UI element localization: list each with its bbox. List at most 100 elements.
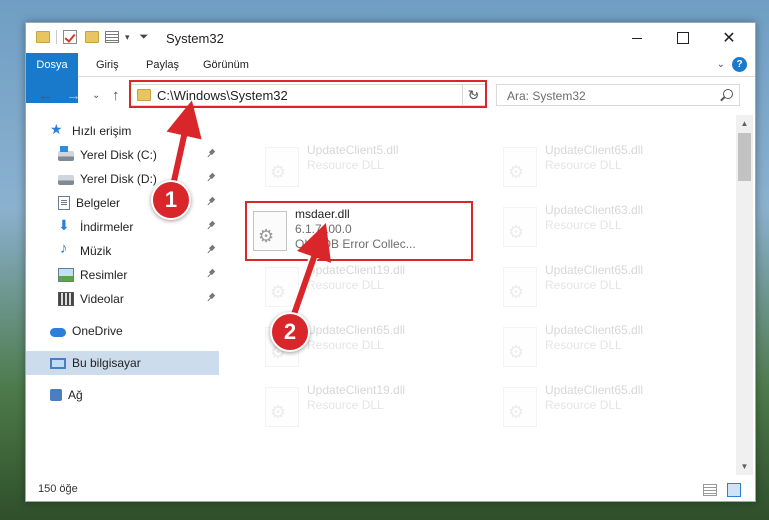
file-description: Resource DLL bbox=[307, 338, 384, 352]
sidebar-item-downloads[interactable]: İndirmeler bbox=[26, 215, 219, 239]
toolbar-dropdown-icon[interactable]: ⏷ bbox=[140, 31, 149, 44]
quick-access-toolbar: ▾ ⏷ bbox=[36, 30, 148, 44]
file-name: UpdateClient65.dll bbox=[545, 143, 644, 157]
file-item[interactable]: UpdateClient63.dll Resource DLL bbox=[489, 201, 725, 251]
dll-file-icon bbox=[503, 267, 537, 307]
file-item[interactable]: UpdateClient19.dll Resource DLL bbox=[251, 261, 487, 311]
sidebar-item-label: Yerel Disk (C:) bbox=[80, 148, 157, 162]
dll-file-icon bbox=[265, 267, 299, 307]
tab-home[interactable]: Giriş bbox=[86, 53, 129, 77]
new-folder-icon[interactable] bbox=[85, 31, 99, 43]
document-icon bbox=[58, 196, 70, 210]
file-name: UpdateClient65.dll bbox=[545, 383, 644, 397]
file-item[interactable]: UpdateClient5.dll Resource DLL bbox=[251, 141, 487, 191]
sidebar-item-quick-access[interactable]: Hızlı erişim bbox=[26, 119, 219, 143]
pin-icon[interactable] bbox=[205, 291, 216, 302]
file-name: UpdateClient19.dll bbox=[307, 383, 406, 397]
up-arrow-icon[interactable]: ↑ bbox=[112, 87, 120, 104]
file-name: UpdateClient63.dll bbox=[545, 203, 644, 217]
file-name: UpdateClient65.dll bbox=[545, 263, 644, 277]
dll-file-icon bbox=[253, 211, 287, 251]
file-name: UpdateClient5.dll bbox=[307, 143, 399, 157]
title-bar: ▾ ⏷ System32 ✕ bbox=[26, 23, 755, 53]
tab-view[interactable]: Görünüm bbox=[193, 53, 259, 77]
search-box[interactable]: Ara: System32 bbox=[496, 84, 740, 106]
pin-icon[interactable] bbox=[205, 195, 216, 206]
computer-icon bbox=[50, 357, 66, 369]
pin-icon[interactable] bbox=[205, 267, 216, 278]
file-description: Resource DLL bbox=[307, 398, 384, 412]
scroll-up-icon[interactable]: ▲ bbox=[736, 115, 753, 132]
file-name: UpdateClient65.dll bbox=[307, 323, 406, 337]
file-name: UpdateClient65.dll bbox=[545, 323, 644, 337]
sidebar-item-label: Bu bilgisayar bbox=[72, 356, 141, 370]
sidebar-item-local-disk-c[interactable]: Yerel Disk (C:) bbox=[26, 143, 219, 167]
file-item[interactable]: UpdateClient65.dll Resource DLL bbox=[489, 261, 725, 311]
drive-icon bbox=[58, 146, 74, 161]
pictures-icon bbox=[58, 268, 74, 282]
pin-icon[interactable] bbox=[205, 171, 216, 182]
dll-file-icon bbox=[503, 207, 537, 247]
customize-toolbar-icon[interactable]: ▾ bbox=[125, 32, 130, 43]
cloud-icon bbox=[50, 328, 66, 337]
star-icon bbox=[50, 121, 66, 138]
minimize-button[interactable] bbox=[614, 23, 660, 53]
dll-file-icon bbox=[503, 147, 537, 187]
sidebar-item-music[interactable]: Müzik bbox=[26, 239, 219, 263]
back-arrow-icon[interactable]: ← bbox=[38, 87, 53, 104]
file-list: UpdateClient5.dll Resource DLL msdaer.dl… bbox=[221, 115, 739, 475]
sidebar-item-onedrive[interactable]: OneDrive bbox=[26, 319, 219, 343]
divider bbox=[56, 30, 57, 44]
file-item[interactable]: UpdateClient19.dll Resource DLL bbox=[251, 381, 487, 431]
sidebar-item-pictures[interactable]: Resimler bbox=[26, 263, 219, 287]
file-name: msdaer.dll bbox=[295, 207, 350, 221]
search-input[interactable]: Ara: System32 bbox=[507, 89, 586, 103]
step-2-badge: 2 bbox=[270, 312, 310, 352]
search-icon[interactable] bbox=[723, 89, 733, 99]
sidebar-item-label: Yerel Disk (D:) bbox=[80, 172, 157, 186]
file-description: Resource DLL bbox=[545, 338, 622, 352]
tab-share[interactable]: Paylaş bbox=[136, 53, 189, 77]
file-description: Resource DLL bbox=[545, 218, 622, 232]
pin-icon[interactable] bbox=[205, 219, 216, 230]
large-icons-view-icon[interactable] bbox=[727, 483, 741, 497]
maximize-button[interactable] bbox=[660, 23, 706, 53]
music-icon bbox=[58, 240, 74, 258]
sidebar-item-network[interactable]: Ağ bbox=[26, 383, 219, 407]
help-icon[interactable]: ? bbox=[732, 57, 747, 72]
properties-check-icon[interactable] bbox=[63, 30, 77, 44]
file-description: Resource DLL bbox=[545, 278, 622, 292]
drive-icon bbox=[58, 175, 74, 185]
vertical-scrollbar[interactable]: ▲ ▼ bbox=[736, 115, 753, 475]
sidebar-item-label: Hızlı erişim bbox=[72, 124, 132, 138]
details-view-icon[interactable] bbox=[703, 484, 717, 496]
expand-ribbon-icon[interactable]: ⌄ bbox=[717, 59, 725, 70]
file-item[interactable]: UpdateClient65.dll Resource DLL bbox=[489, 321, 725, 371]
forward-arrow-icon[interactable]: → bbox=[66, 87, 81, 104]
file-item[interactable]: UpdateClient65.dll Resource DLL bbox=[489, 381, 725, 431]
scroll-down-icon[interactable]: ▼ bbox=[736, 458, 753, 475]
properties-icon[interactable] bbox=[105, 31, 119, 43]
recent-locations-icon[interactable]: ⌄ bbox=[92, 90, 100, 101]
sidebar-item-local-disk-d[interactable]: Yerel Disk (D:) bbox=[26, 167, 219, 191]
dll-file-icon bbox=[503, 327, 537, 367]
sidebar-item-label: Müzik bbox=[80, 244, 112, 258]
file-name: UpdateClient19.dll bbox=[307, 263, 406, 277]
file-item[interactable]: UpdateClient65.dll Resource DLL bbox=[489, 141, 725, 191]
sidebar-item-videos[interactable]: Videolar bbox=[26, 287, 219, 311]
sidebar-item-label: Belgeler bbox=[76, 196, 121, 210]
sidebar-item-label: Ağ bbox=[68, 388, 83, 402]
close-button[interactable]: ✕ bbox=[706, 23, 752, 53]
sidebar-item-this-pc[interactable]: Bu bilgisayar bbox=[26, 351, 219, 375]
dll-file-icon bbox=[265, 147, 299, 187]
scrollbar-thumb[interactable] bbox=[738, 133, 751, 181]
dll-file-icon bbox=[503, 387, 537, 427]
item-count: 150 öğe bbox=[38, 483, 78, 495]
window-title: System32 bbox=[166, 31, 224, 46]
pin-icon[interactable] bbox=[205, 147, 216, 158]
file-version: 6.1.7100.0 bbox=[295, 222, 352, 236]
folder-icon bbox=[36, 31, 50, 43]
file-item-highlighted[interactable]: msdaer.dll 6.1.7100.0 OLE DB Error Colle… bbox=[245, 201, 473, 261]
pin-icon[interactable] bbox=[205, 243, 216, 254]
sidebar-item-label: Resimler bbox=[80, 268, 128, 282]
